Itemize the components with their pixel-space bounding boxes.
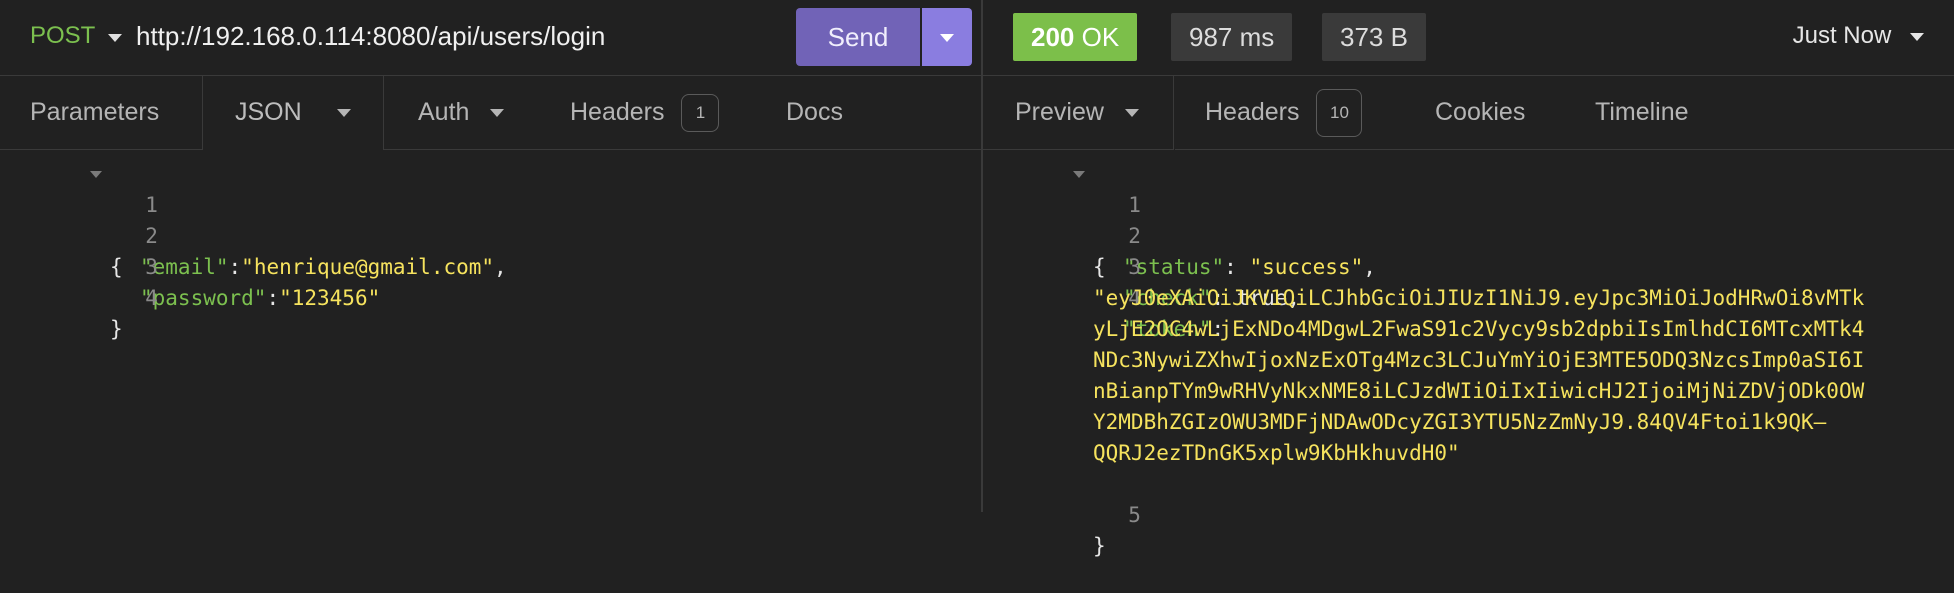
tab-headers[interactable]: Headers 1	[570, 76, 720, 149]
token-value-line: nBianpTYm9wRHVyNkxNME8iLCJzdWIiOiIxIiwic…	[1093, 379, 1865, 403]
tab-preview[interactable]: Preview	[1015, 76, 1139, 149]
tab-response-headers[interactable]: Headers 10	[1205, 76, 1363, 149]
json-comma: ,	[1363, 255, 1376, 279]
tab-label: Docs	[786, 98, 843, 126]
token-value-line: "eyJ0eXAiOiJKV1QiLCJhbGciOiJIUzI1NiJ9.ey…	[1093, 286, 1865, 310]
tab-docs[interactable]: Docs	[786, 76, 843, 149]
line-number: 3	[145, 255, 158, 279]
request-url-bar: POST http://192.168.0.114:8080/api/users…	[0, 0, 981, 76]
tab-label: Preview	[1015, 98, 1104, 126]
tab-timeline[interactable]: Timeline	[1595, 76, 1689, 149]
fold-chevron-icon[interactable]	[90, 171, 102, 178]
request-body-editor[interactable]: 1 { 2 "email":"henrique@gmail.com", 3 "p…	[0, 150, 981, 512]
chevron-down-icon	[940, 34, 954, 42]
method-dropdown-chevron-icon[interactable]	[108, 34, 122, 42]
json-separator: :	[1224, 255, 1250, 279]
status-text: OK	[1081, 22, 1120, 52]
headers-count-badge: 10	[1316, 89, 1363, 138]
line-number: 4	[145, 286, 158, 310]
chevron-down-icon	[1910, 32, 1924, 41]
headers-count-badge: 1	[681, 94, 720, 133]
response-history-dropdown[interactable]: Just Now	[1793, 22, 1924, 50]
code-line: 3 "password":"123456"	[0, 221, 380, 310]
json-value: "123456"	[279, 286, 381, 310]
token-value-line: yLjE2OC4wLjExNDo4MDgwL2FwaS91c2Vycy9sb2d…	[1093, 317, 1865, 341]
tab-parameters[interactable]: Parameters	[30, 76, 159, 149]
history-label: Just Now	[1792, 22, 1892, 49]
response-tabs: Preview Headers 10 Cookies Timeline	[983, 76, 1954, 150]
token-value-line: Y2MDBhZGIzOWU3MDFjNDAwODcyZGI3YTU5NzZmNy…	[1093, 410, 1827, 434]
tab-label: Timeline	[1595, 98, 1689, 126]
tab-label: Headers	[1205, 98, 1300, 126]
response-body-viewer[interactable]: 1 { 2 "status": "success", 3 "check": tr…	[983, 150, 1954, 558]
response-pane: 200 OK 987 ms 373 B Just Now Preview Hea…	[983, 0, 1954, 558]
code-text: "password":"123456"	[140, 283, 380, 314]
tab-label: Headers	[570, 98, 665, 126]
line-number: 5	[1128, 503, 1141, 527]
url-input[interactable]: http://192.168.0.114:8080/api/users/logi…	[136, 21, 605, 52]
tab-json[interactable]: JSON	[202, 76, 384, 150]
tab-label: JSON	[235, 98, 302, 126]
response-meta-bar: 200 OK 987 ms 373 B Just Now	[983, 0, 1954, 76]
response-time-badge: 987 ms	[1171, 13, 1293, 61]
code-line: 1 {	[0, 159, 158, 279]
send-button[interactable]: Send	[796, 8, 920, 66]
code-line: 2 "email":"henrique@gmail.com",	[0, 190, 507, 279]
json-comma: ,	[494, 255, 507, 279]
line-number: 2	[1128, 224, 1141, 248]
http-method-selector[interactable]: POST	[30, 22, 95, 50]
chevron-down-icon[interactable]	[336, 109, 351, 118]
json-key: "password"	[140, 286, 267, 310]
line-number: 1	[145, 193, 158, 217]
json-separator: :	[266, 286, 280, 310]
json-value: "success"	[1249, 255, 1364, 279]
line-number: 3	[1128, 255, 1141, 279]
code-line: 1 {	[983, 159, 1141, 279]
code-text: }	[1093, 534, 1106, 558]
line-number: 1	[1128, 193, 1141, 217]
tab-label: Parameters	[30, 98, 160, 126]
code-text: }	[110, 317, 123, 341]
token-value-line: QQRJ2ezTDnGK5xplw9KbHkhuvdH0"	[1093, 441, 1460, 465]
tab-label: Cookies	[1435, 98, 1526, 126]
code-text: "email":"henrique@gmail.com",	[140, 252, 507, 283]
fold-chevron-icon[interactable]	[1073, 171, 1085, 178]
request-tabs: Parameters JSON Auth Headers 1 Docs	[0, 76, 981, 150]
code-line: 2 "status": "success",	[983, 190, 1376, 279]
json-separator: :	[228, 255, 242, 279]
status-badge: 200 OK	[1013, 13, 1138, 61]
line-number: 2	[145, 224, 158, 248]
code-line: 4 "token":	[983, 252, 1224, 341]
token-value-line: NDc3NywiZXhwIjoxNzExOTg4Mzc3LCJuYmYiOjE3…	[1093, 348, 1865, 372]
chevron-down-icon	[490, 109, 505, 118]
tab-cookies[interactable]: Cookies	[1435, 76, 1525, 149]
code-text: "status": "success",	[1123, 252, 1376, 283]
tab-separator	[1173, 76, 1175, 150]
send-options-button[interactable]	[922, 8, 972, 66]
code-line: 5 }	[983, 469, 1141, 558]
status-code: 200	[1031, 22, 1075, 52]
code-line: 3 "check": true,	[983, 221, 1300, 310]
tab-auth[interactable]: Auth	[418, 76, 505, 149]
response-size-badge: 373 B	[1322, 13, 1426, 61]
request-pane: POST http://192.168.0.114:8080/api/users…	[0, 0, 981, 512]
tab-label: Auth	[418, 98, 470, 126]
json-value: "henrique@gmail.com"	[241, 255, 495, 279]
code-line: 4 }	[0, 252, 158, 341]
chevron-down-icon[interactable]	[1124, 109, 1139, 118]
